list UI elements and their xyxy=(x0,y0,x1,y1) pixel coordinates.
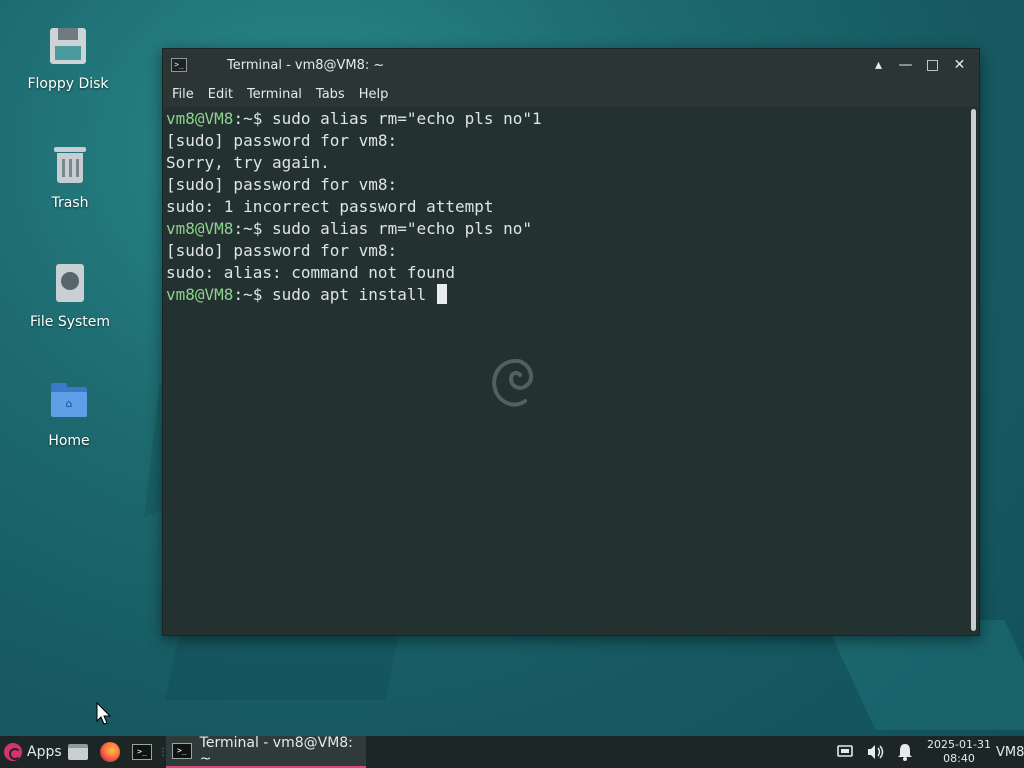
terminal-prompt-line: vm8@VM8:~$ sudo alias rm="echo pls no" xyxy=(166,218,542,240)
prompt-user-host: vm8@VM8 xyxy=(166,219,234,238)
line-text: sudo alias rm="echo pls no" xyxy=(271,219,533,238)
floppy-disk-icon xyxy=(46,22,90,70)
terminal-text: vm8@VM8:~$ sudo alias rm="echo pls no"1[… xyxy=(166,108,542,306)
terminal-app-icon[interactable]: >_ xyxy=(171,58,187,72)
line-text: [sudo] password for vm8: xyxy=(166,131,398,150)
apps-label: Apps xyxy=(27,744,62,760)
terminal-output-line: [sudo] password for vm8: xyxy=(166,174,542,196)
minimize-button[interactable]: — xyxy=(892,53,919,77)
desktop-icon-floppy-disk[interactable]: Floppy Disk xyxy=(18,22,118,92)
shade-button[interactable]: ▴ xyxy=(865,53,892,77)
system-tray: 2025-01-31 08:40 VM8 xyxy=(830,736,1024,768)
firefox-icon xyxy=(100,742,120,762)
terminal-launcher[interactable]: >_ xyxy=(126,736,158,768)
menu-tabs[interactable]: Tabs xyxy=(316,87,345,102)
prompt-path: :~$ xyxy=(233,285,272,304)
line-text: sudo: alias: command not found xyxy=(166,263,455,282)
text-cursor xyxy=(436,284,447,304)
line-text: Sorry, try again. xyxy=(166,153,330,172)
background-shape xyxy=(824,620,1024,730)
debian-logo-icon xyxy=(4,743,22,761)
terminal-prompt-line: vm8@VM8:~$ sudo apt install xyxy=(166,284,542,306)
terminal-icon: >_ xyxy=(132,744,152,760)
mouse-pointer-icon xyxy=(96,702,112,725)
terminal-output[interactable]: vm8@VM8:~$ sudo alias rm="echo pls no"1[… xyxy=(163,107,979,635)
desktop-icon-label: File System xyxy=(29,314,111,330)
terminal-window: >_ Terminal - vm8@VM8: ~ ▴ — □ ✕ File Ed… xyxy=(162,48,980,636)
desktop-icon-label: Home xyxy=(48,433,90,449)
terminal-output-line: [sudo] password for vm8: xyxy=(166,130,542,152)
terminal-output-line: sudo: alias: command not found xyxy=(166,262,542,284)
hard-drive-icon xyxy=(48,260,92,308)
line-text: [sudo] password for vm8: xyxy=(166,175,398,194)
desktop-icon-trash[interactable]: Trash xyxy=(20,141,120,211)
clock[interactable]: 2025-01-31 08:40 xyxy=(924,738,994,766)
apps-menu-button[interactable]: Apps xyxy=(0,736,62,768)
volume-icon[interactable] xyxy=(860,736,890,768)
prompt-user-host: vm8@VM8 xyxy=(166,109,234,128)
trash-icon xyxy=(48,141,92,189)
window-titlebar[interactable]: >_ Terminal - vm8@VM8: ~ ▴ — □ ✕ xyxy=(163,49,979,81)
terminal-icon: >_ xyxy=(172,743,192,759)
task-title: Terminal - vm8@VM8: ~ xyxy=(199,735,353,767)
terminal-output-line: Sorry, try again. xyxy=(166,152,542,174)
file-manager-icon xyxy=(68,744,88,760)
desktop-icon-label: Floppy Disk xyxy=(27,76,109,92)
desktop-icon-home[interactable]: ⌂ Home xyxy=(19,379,119,449)
prompt-path: :~$ xyxy=(233,219,272,238)
terminal-output-line: [sudo] password for vm8: xyxy=(166,240,542,262)
taskbar-task-terminal[interactable]: >_ Terminal - vm8@VM8: ~ xyxy=(166,735,366,768)
close-button[interactable]: ✕ xyxy=(946,53,973,77)
window-title: Terminal - vm8@VM8: ~ xyxy=(227,57,385,73)
line-text: sudo alias rm="echo pls no"1 xyxy=(271,109,542,128)
notification-bell-icon[interactable] xyxy=(890,736,920,768)
clock-date: 2025-01-31 xyxy=(927,738,991,751)
debian-swirl-icon xyxy=(492,358,534,407)
line-text: sudo: 1 incorrect password attempt xyxy=(166,197,494,216)
hostname-label[interactable]: VM8 xyxy=(994,745,1024,760)
menu-edit[interactable]: Edit xyxy=(208,87,233,102)
scrollbar[interactable] xyxy=(971,109,976,631)
desktop-icon-file-system[interactable]: File System xyxy=(20,260,120,330)
files-launcher[interactable] xyxy=(62,736,94,768)
line-text: sudo apt install xyxy=(271,285,436,304)
prompt-user-host: vm8@VM8 xyxy=(166,285,234,304)
menu-terminal[interactable]: Terminal xyxy=(247,87,302,102)
desktop-icon-label: Trash xyxy=(51,195,89,211)
menu-help[interactable]: Help xyxy=(359,87,389,102)
line-text: [sudo] password for vm8: xyxy=(166,241,398,260)
separator-handle-icon[interactable]: ⋮ xyxy=(158,747,168,758)
maximize-button[interactable]: □ xyxy=(919,53,946,77)
taskbar: Apps >_ ⋮ >_ Terminal - vm8@VM8: ~ 2025-… xyxy=(0,735,1024,768)
prompt-path: :~$ xyxy=(233,109,272,128)
menu-file[interactable]: File xyxy=(172,87,194,102)
firefox-launcher[interactable] xyxy=(94,736,126,768)
terminal-prompt-line: vm8@VM8:~$ sudo alias rm="echo pls no"1 xyxy=(166,108,542,130)
network-icon[interactable] xyxy=(830,736,860,768)
menu-bar: File Edit Terminal Tabs Help xyxy=(163,81,979,107)
clock-time: 08:40 xyxy=(943,752,975,765)
terminal-output-line: sudo: 1 incorrect password attempt xyxy=(166,196,542,218)
home-folder-icon: ⌂ xyxy=(47,379,91,427)
